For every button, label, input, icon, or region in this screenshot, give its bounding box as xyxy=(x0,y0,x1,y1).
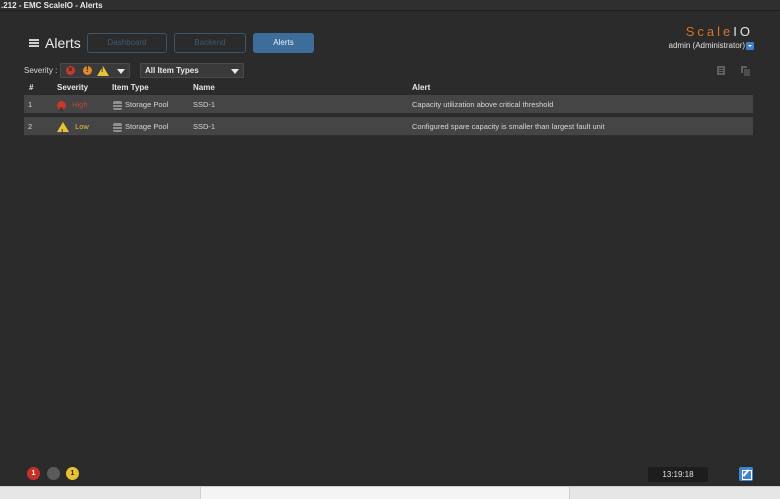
app-container: Alerts Dashboard Backend Alerts ScaleIO … xyxy=(0,11,780,486)
column-header-name[interactable]: Name xyxy=(193,83,215,92)
item-type-text: Storage Pool xyxy=(125,100,169,109)
status-segment xyxy=(200,487,570,499)
os-status-bar xyxy=(0,486,780,499)
column-header-number[interactable]: # xyxy=(29,83,33,92)
table-row[interactable]: 1 High Storage Pool SSD-1 Capacity utili… xyxy=(24,95,753,119)
row-number: 2 xyxy=(28,122,33,131)
clock: 13:19:18 xyxy=(648,467,708,482)
row-alert: Configured spare capacity is smaller tha… xyxy=(412,122,605,131)
export-icon[interactable] xyxy=(717,66,725,75)
column-header-item-type[interactable]: Item Type xyxy=(112,83,149,92)
tab-backend[interactable]: Backend xyxy=(174,33,246,53)
menu-icon[interactable] xyxy=(29,39,39,47)
chevron-down-icon xyxy=(231,69,239,74)
tab-dashboard[interactable]: Dashboard xyxy=(87,33,167,53)
table-row[interactable]: 2 Low Storage Pool SSD-1 Configured spar… xyxy=(24,117,753,142)
row-number: 1 xyxy=(28,100,33,109)
severity-text: Low xyxy=(75,122,89,131)
high-severity-icon xyxy=(66,65,75,75)
severity-filter[interactable] xyxy=(60,63,130,78)
user-menu[interactable]: admin (Administrator) xyxy=(669,41,745,50)
storage-pool-icon xyxy=(113,100,122,110)
row-item-type: Storage Pool xyxy=(113,95,168,114)
row-item-type: Storage Pool xyxy=(113,117,168,136)
medium-alert-count[interactable] xyxy=(47,467,60,480)
edit-icon[interactable] xyxy=(739,467,753,481)
row-severity: Low xyxy=(57,117,89,142)
brand-logo-part-a: Scale xyxy=(685,24,734,39)
item-type-text: Storage Pool xyxy=(125,122,169,131)
item-type-filter[interactable]: All Item Types xyxy=(140,63,244,78)
low-alert-count[interactable]: 1 xyxy=(66,467,79,480)
severity-text: High xyxy=(72,100,88,109)
page-title: Alerts xyxy=(45,35,81,51)
row-alert: Capacity utilization above critical thre… xyxy=(412,100,554,109)
row-name: SSD-1 xyxy=(193,100,216,109)
storage-pool-icon xyxy=(113,122,122,132)
row-severity: High xyxy=(57,95,88,119)
copy-icon[interactable] xyxy=(741,66,751,77)
chevron-down-icon[interactable] xyxy=(746,42,754,50)
item-type-value: All Item Types xyxy=(145,66,199,75)
critical-alert-count[interactable]: 1 xyxy=(27,467,40,480)
column-header-alert[interactable]: Alert xyxy=(412,83,430,92)
low-severity-icon xyxy=(97,66,109,76)
window-title: .212 - EMC ScaleIO - Alerts xyxy=(0,0,780,11)
row-name: SSD-1 xyxy=(193,122,216,131)
brand-logo-part-b: IO xyxy=(733,24,753,39)
high-severity-icon xyxy=(57,100,66,119)
severity-label: Severity : xyxy=(24,66,58,75)
brand-logo: ScaleIO xyxy=(686,24,753,39)
column-header-severity[interactable]: Severity xyxy=(57,83,88,92)
chevron-down-icon xyxy=(117,69,125,74)
tab-alerts[interactable]: Alerts xyxy=(253,33,314,53)
low-severity-icon xyxy=(57,122,69,142)
medium-severity-icon xyxy=(83,65,92,75)
